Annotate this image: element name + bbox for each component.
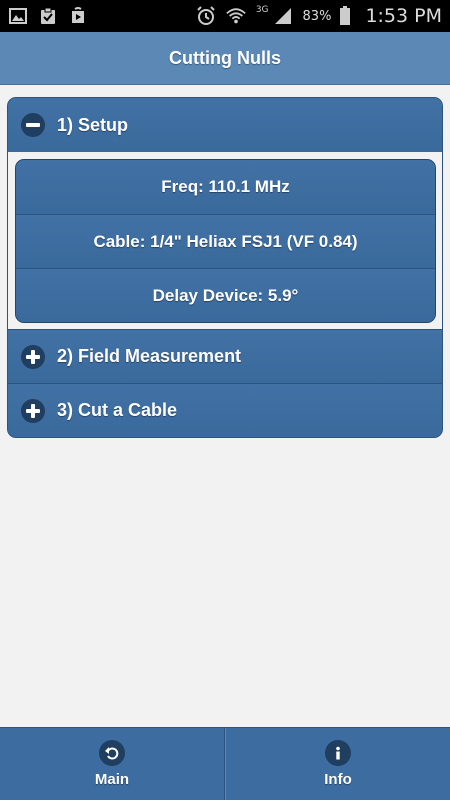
accordion: 1) Setup Freq: 110.1 MHz Cable: 1/4" Hel… <box>7 97 443 438</box>
info-icon <box>325 740 351 766</box>
accordion-header-setup[interactable]: 1) Setup <box>8 98 442 152</box>
accordion-header-cut-a-cable[interactable]: 3) Cut a Cable <box>8 383 442 437</box>
main-button-label: Main <box>94 771 130 788</box>
app-header: Cutting Nulls <box>0 32 450 85</box>
accordion-content-setup: Freq: 110.1 MHz Cable: 1/4" Heliax FSJ1 … <box>8 152 442 329</box>
setup-list: Freq: 110.1 MHz Cable: 1/4" Heliax FSJ1 … <box>15 159 436 323</box>
info-button[interactable]: Info <box>225 728 450 800</box>
clipboard-check-icon <box>38 6 58 26</box>
battery-icon <box>335 6 355 26</box>
clock: 1:53 PM <box>365 5 442 27</box>
list-item-cable[interactable]: Cable: 1/4" Heliax FSJ1 (VF 0.84) <box>16 214 435 268</box>
main-button[interactable]: Main <box>0 728 225 800</box>
back-arrow-icon <box>99 740 125 766</box>
alarm-icon <box>196 6 216 26</box>
expand-plus-icon <box>21 344 45 369</box>
battery-percent: 83% <box>302 8 332 24</box>
info-button-label: Info <box>324 771 352 788</box>
notification-area <box>8 6 88 26</box>
gallery-icon <box>8 6 28 26</box>
wifi-icon <box>226 6 246 26</box>
play-store-icon <box>68 6 88 26</box>
status-bar: 3G 83% 1:53 PM <box>0 0 450 32</box>
footer-navbar: Main Info <box>0 727 450 800</box>
page-title: Cutting Nulls <box>169 47 281 68</box>
signal-icon <box>273 6 293 26</box>
expand-plus-icon <box>21 398 45 423</box>
list-item-delay-device[interactable]: Delay Device: 5.9° <box>16 268 435 322</box>
accordion-header-label: 3) Cut a Cable <box>57 400 178 420</box>
accordion-header-field-measurement[interactable]: 2) Field Measurement <box>8 329 442 383</box>
collapse-minus-icon <box>21 113 45 137</box>
system-status-area: 3G 83% 1:53 PM <box>196 5 442 27</box>
accordion-header-label: 2) Field Measurement <box>57 346 242 366</box>
accordion-header-label: 1) Setup <box>57 114 129 135</box>
network-type: 3G <box>255 5 269 15</box>
list-item-freq[interactable]: Freq: 110.1 MHz <box>16 160 435 214</box>
